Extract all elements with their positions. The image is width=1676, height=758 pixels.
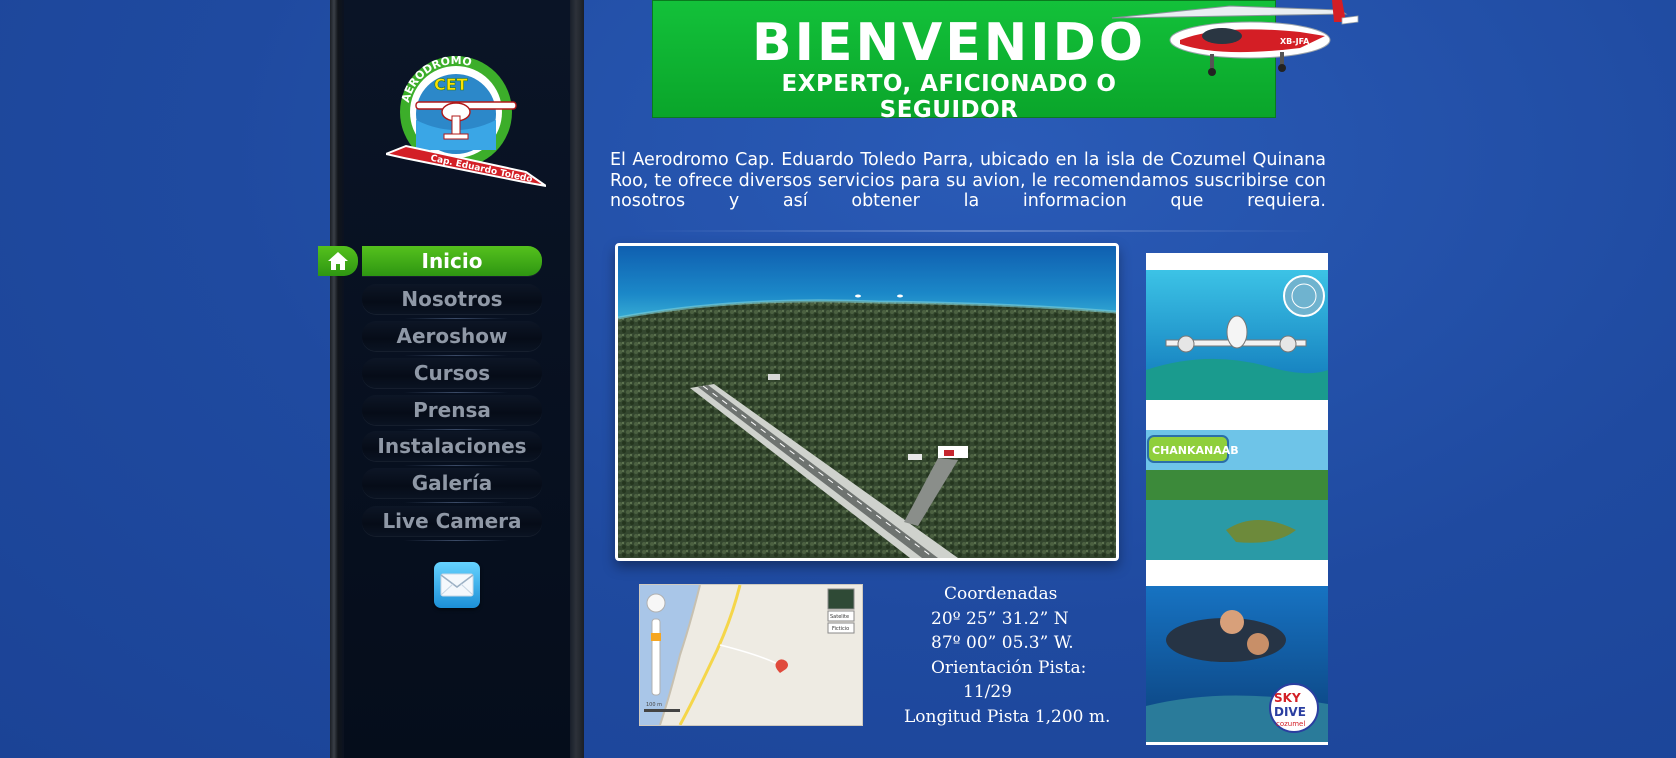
nav-item-galeria[interactable]: Galería xyxy=(362,468,542,498)
nav-item-label: Inicio xyxy=(421,249,483,273)
location-map[interactable]: 100 m Satelite Ficticio xyxy=(639,584,863,726)
intro-paragraph: El Aerodromo Cap. Eduardo Toledo Parra, … xyxy=(610,150,1326,211)
contact-email-button[interactable] xyxy=(434,562,480,608)
coordinates-info: Coordenadas 20º 25” 31.2” N 87º 00” 05.3… xyxy=(880,582,1110,729)
svg-text:100 m: 100 m xyxy=(646,702,662,708)
airplane-image: XB-JFA xyxy=(1111,0,1359,76)
nav-item-nosotros[interactable]: Nosotros xyxy=(362,284,542,314)
intro-divider xyxy=(640,230,1320,232)
home-button[interactable] xyxy=(318,246,358,276)
ad-skydive-label-2: DIVE xyxy=(1274,705,1306,719)
map-canvas: 100 m Satelite Ficticio xyxy=(640,585,862,725)
coords-runway-length: Longitud Pista 1,200 m. xyxy=(904,706,1111,727)
nav-item-label: Cursos xyxy=(413,361,491,385)
ad-skydive-label-1: SKY xyxy=(1274,691,1301,705)
coords-heading: Coordenadas xyxy=(944,584,1058,604)
coords-orientation-label: Orientación Pista: xyxy=(931,657,1087,678)
envelope-icon xyxy=(440,573,474,597)
nav-item-label: Live Camera xyxy=(382,509,522,533)
svg-text:XB-JFA: XB-JFA xyxy=(1280,37,1310,46)
nav-item-prensa[interactable]: Prensa xyxy=(362,395,542,425)
aerodromo-logo[interactable]: AERODROMO CET Cap. Eduardo Toledo xyxy=(386,50,546,190)
nav-divider xyxy=(404,465,508,466)
nav-item-label: Galería xyxy=(411,471,493,495)
ad-chankanaab-image: CHANKANAAB xyxy=(1146,430,1328,560)
nav-item-label: Aeroshow xyxy=(396,324,508,348)
nav-item-label: Instalaciones xyxy=(377,434,527,458)
nav-divider xyxy=(404,392,508,393)
banner-title: BIENVENIDO xyxy=(751,13,1147,73)
aerial-photo-image xyxy=(618,246,1116,558)
coords-longitude: 87º 00” 05.3” W. xyxy=(931,633,1074,653)
nav-item-label: Prensa xyxy=(413,398,491,422)
nav-item-instalaciones[interactable]: Instalaciones xyxy=(362,431,542,461)
nav-item-cursos[interactable]: Cursos xyxy=(362,358,542,388)
nav-divider xyxy=(404,355,508,356)
ad-aerial-plane[interactable] xyxy=(1146,270,1328,400)
nav-item-label: Nosotros xyxy=(401,287,503,311)
banner-subtitle: EXPERTO, AFICIONADO O SEGUIDOR xyxy=(781,71,1117,123)
airport-aerial-photo[interactable] xyxy=(615,243,1119,561)
coords-orientation-value: 11/29 xyxy=(963,682,1012,702)
ad-chankanaab[interactable]: CHANKANAAB xyxy=(1146,430,1328,560)
nav-item-inicio[interactable]: Inicio xyxy=(362,246,542,276)
nav-divider xyxy=(404,429,508,430)
logo-center-text: CET xyxy=(434,75,468,94)
ad-skydive-label-3: cozumel xyxy=(1276,720,1305,728)
nav-item-aeroshow[interactable]: Aeroshow xyxy=(362,321,542,351)
coords-latitude: 20º 25” 31.2” N xyxy=(931,608,1069,629)
nav-divider xyxy=(404,502,508,503)
nav-item-live-camera[interactable]: Live Camera xyxy=(362,506,542,536)
map-type-other[interactable]: Ficticio xyxy=(832,626,849,632)
ad-chankanaab-label: CHANKANAAB xyxy=(1152,444,1239,457)
home-icon xyxy=(328,252,348,270)
ad-plane-image xyxy=(1146,270,1328,400)
ad-skydive[interactable]: SKY DIVE cozumel xyxy=(1146,586,1328,742)
map-type-satellite[interactable]: Satelite xyxy=(830,614,849,620)
nav-divider xyxy=(404,540,508,541)
nav-divider xyxy=(404,318,508,319)
ad-skydive-image: SKY DIVE cozumel xyxy=(1146,586,1328,742)
